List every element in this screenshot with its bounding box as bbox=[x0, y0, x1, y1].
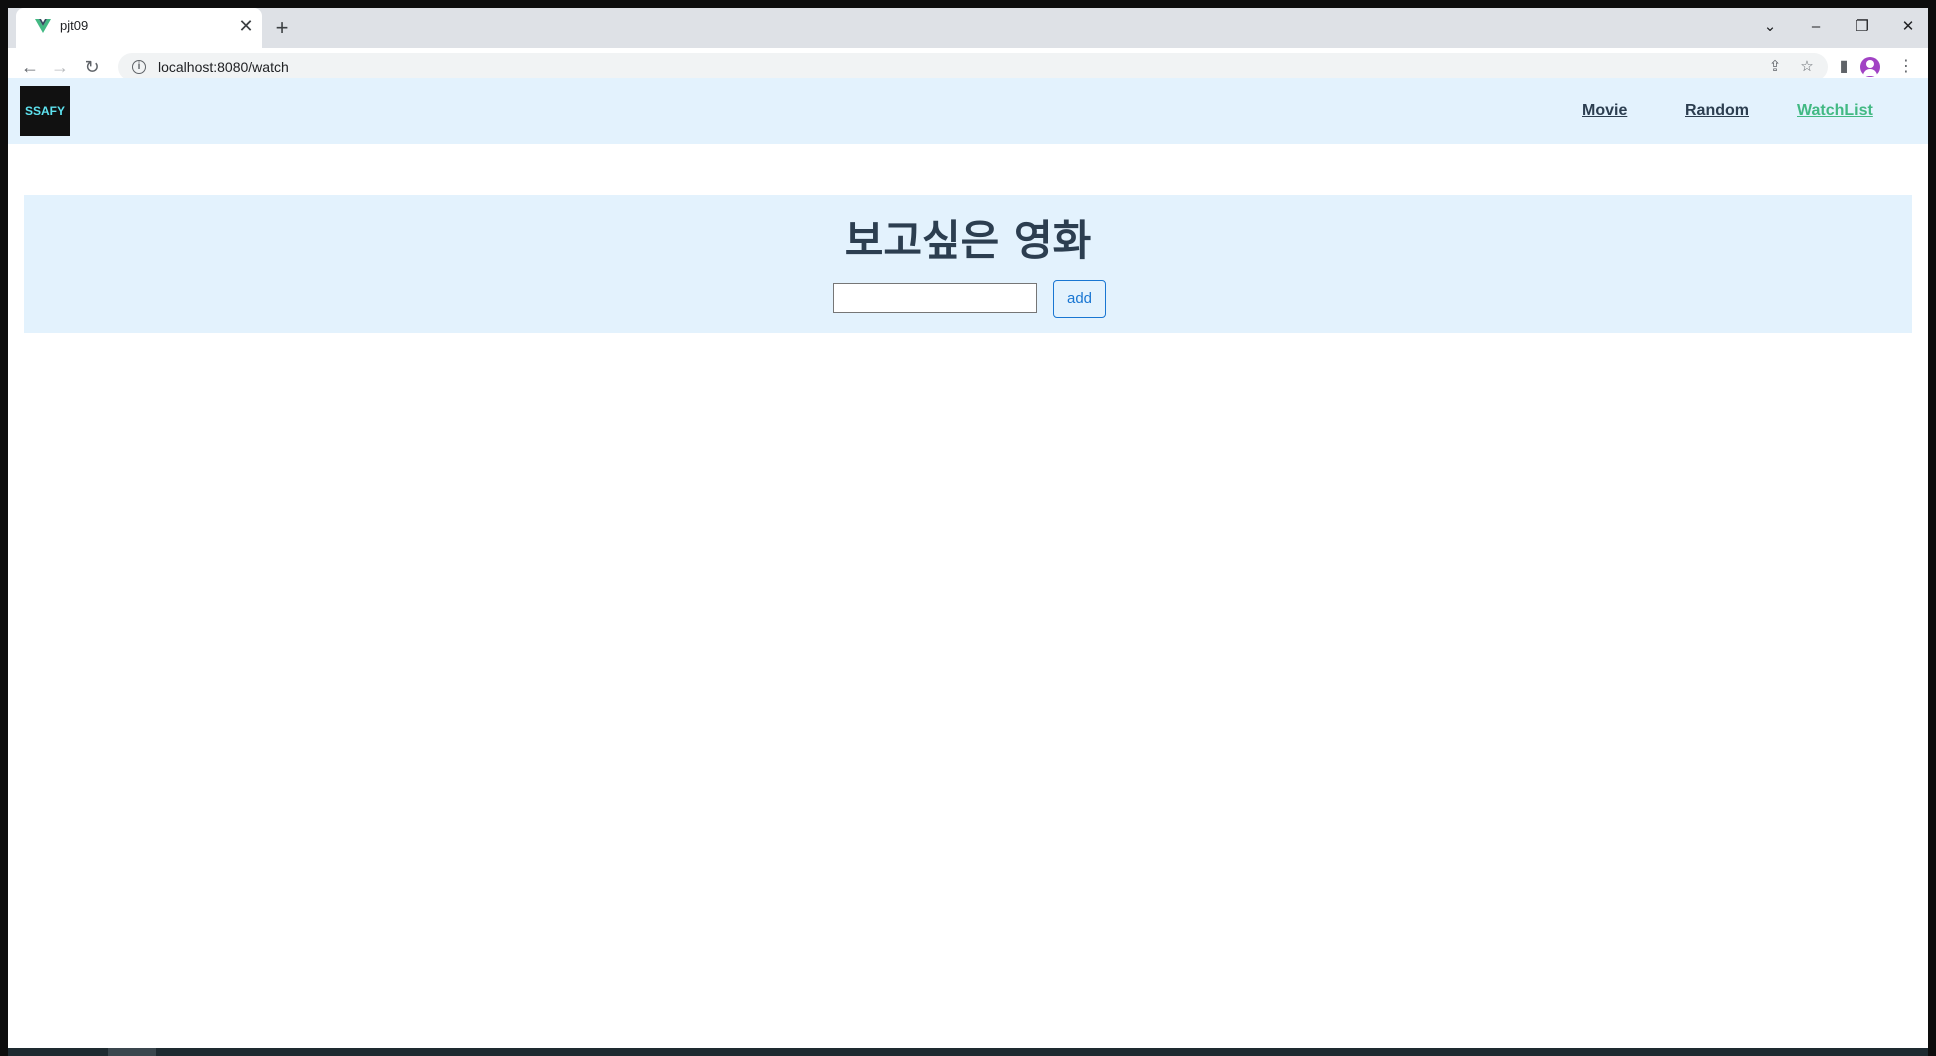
tab-close-icon[interactable]: ✕ bbox=[236, 16, 256, 36]
add-button[interactable]: add bbox=[1053, 280, 1106, 318]
restore-button[interactable]: ❐ bbox=[1842, 12, 1882, 42]
nav-link-movie[interactable]: Movie bbox=[1582, 102, 1627, 120]
forward-button[interactable]: → bbox=[46, 53, 74, 81]
share-icon[interactable]: ⇪ bbox=[1764, 56, 1786, 78]
url-text[interactable]: localhost:8080/watch bbox=[158, 59, 289, 75]
tab-search-icon[interactable]: ⌄ bbox=[1750, 12, 1790, 42]
os-taskbar bbox=[8, 1048, 1928, 1056]
nav-link-random[interactable]: Random bbox=[1685, 102, 1749, 120]
side-panel-icon[interactable]: ▮ bbox=[1830, 53, 1858, 81]
site-info-icon[interactable]: i bbox=[132, 60, 146, 74]
watchlist-panel: 보고싶은 영화 add bbox=[24, 195, 1912, 333]
new-tab-button[interactable]: + bbox=[268, 14, 296, 42]
watchlist-title: 보고싶은 영화 bbox=[844, 216, 1092, 265]
profile-avatar-icon[interactable] bbox=[1860, 57, 1880, 77]
tab-active[interactable]: pjt09 ✕ bbox=[16, 8, 262, 48]
minimize-button[interactable]: – bbox=[1796, 12, 1836, 42]
app-navbar: SSAFY Movie Random WatchList bbox=[8, 78, 1928, 144]
vue-logo-icon bbox=[35, 19, 51, 33]
tab-title: pjt09 bbox=[60, 18, 89, 33]
nav-link-watchlist[interactable]: WatchList bbox=[1797, 102, 1873, 120]
ssafy-logo[interactable]: SSAFY bbox=[20, 86, 70, 136]
movie-title-input[interactable] bbox=[833, 283, 1037, 313]
address-bar[interactable]: i localhost:8080/watch ⇪ ☆ bbox=[118, 53, 1828, 81]
reload-button[interactable]: ↻ bbox=[78, 53, 106, 81]
bookmark-star-icon[interactable]: ☆ bbox=[1796, 56, 1818, 78]
page-content: SSAFY Movie Random WatchList 보고싶은 영화 add bbox=[8, 78, 1928, 1048]
close-window-button[interactable]: ✕ bbox=[1888, 12, 1928, 42]
back-button[interactable]: ← bbox=[16, 53, 44, 81]
taskbar-app-item[interactable] bbox=[108, 1048, 156, 1056]
tab-strip: pjt09 ✕ + ⌄ – ❐ ✕ bbox=[8, 8, 1928, 48]
browser-window: pjt09 ✕ + ⌄ – ❐ ✕ ← → ↻ i localhost:8080… bbox=[8, 8, 1928, 1048]
browser-menu-icon[interactable]: ⋮ bbox=[1892, 53, 1920, 81]
